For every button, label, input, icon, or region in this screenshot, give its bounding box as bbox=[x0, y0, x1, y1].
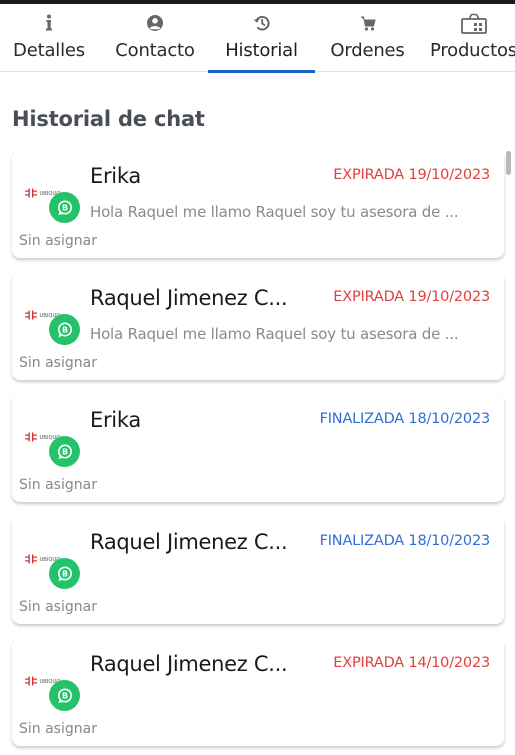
tab-label: Ordenes bbox=[330, 40, 405, 61]
assignment-label: Sin asignar bbox=[19, 355, 97, 371]
tab-ordenes[interactable]: Ordenes bbox=[320, 4, 415, 72]
assignment-label: Sin asignar bbox=[19, 721, 97, 737]
chat-history-list[interactable]: UBIQUO B Erika EXPIRADA 19/10/2023 Hola … bbox=[0, 148, 515, 755]
svg-text:B: B bbox=[61, 691, 67, 700]
tab-label: Detalles bbox=[13, 40, 85, 61]
chat-card[interactable]: UBIQUO B Raquel Jimenez C... EXPIRADA 14… bbox=[12, 638, 504, 746]
chat-card[interactable]: UBIQUO B Raquel Jimenez C... EXPIRADA 19… bbox=[12, 272, 504, 380]
tab-detalles[interactable]: Detalles bbox=[0, 4, 98, 72]
page-title: Historial de chat bbox=[12, 107, 205, 131]
svg-text:B: B bbox=[61, 325, 67, 334]
tab-historial[interactable]: Historial bbox=[208, 4, 315, 72]
status-badge: FINALIZADA 18/10/2023 bbox=[319, 533, 491, 549]
user-circle-icon bbox=[104, 13, 206, 33]
contact-name: Erika bbox=[90, 164, 141, 188]
chat-card[interactable]: UBIQUO B Erika EXPIRADA 19/10/2023 Hola … bbox=[12, 150, 504, 258]
whatsapp-icon: B bbox=[49, 558, 80, 589]
status-badge: FINALIZADA 18/10/2023 bbox=[319, 411, 491, 427]
svg-text:B: B bbox=[61, 203, 67, 212]
assignment-label: Sin asignar bbox=[19, 233, 97, 249]
history-icon bbox=[208, 13, 315, 33]
cart-icon bbox=[320, 13, 415, 33]
tab-label: Productos bbox=[430, 40, 515, 61]
contact-name: Raquel Jimenez C... bbox=[90, 652, 288, 676]
contact-name: Raquel Jimenez C... bbox=[90, 286, 288, 310]
basket-grid-icon bbox=[424, 13, 515, 34]
info-icon bbox=[0, 13, 98, 33]
status-badge: EXPIRADA 19/10/2023 bbox=[333, 167, 490, 183]
status-badge: EXPIRADA 19/10/2023 bbox=[333, 289, 490, 305]
whatsapp-icon: B bbox=[49, 680, 80, 711]
assignment-label: Sin asignar bbox=[19, 477, 97, 493]
whatsapp-icon: B bbox=[49, 314, 80, 345]
svg-text:B: B bbox=[61, 447, 67, 456]
whatsapp-icon: B bbox=[49, 192, 80, 223]
message-preview: Hola Raquel me llamo Raquel soy tu aseso… bbox=[90, 203, 459, 221]
tab-contacto[interactable]: Contacto bbox=[104, 4, 206, 72]
tab-label: Contacto bbox=[115, 40, 195, 61]
tab-productos[interactable]: Productos bbox=[424, 4, 515, 72]
assignment-label: Sin asignar bbox=[19, 599, 97, 615]
chat-card[interactable]: UBIQUO B Raquel Jimenez C... FINALIZADA … bbox=[12, 516, 504, 624]
chat-card[interactable]: UBIQUO B Erika FINALIZADA 18/10/2023 Sin… bbox=[12, 394, 504, 502]
whatsapp-icon: B bbox=[49, 436, 80, 467]
tab-label: Historial bbox=[225, 40, 298, 61]
contact-name: Raquel Jimenez C... bbox=[90, 530, 288, 554]
active-tab-indicator bbox=[208, 70, 315, 73]
status-badge: EXPIRADA 14/10/2023 bbox=[333, 655, 490, 671]
contact-name: Erika bbox=[90, 408, 141, 432]
scrollbar-thumb[interactable] bbox=[506, 151, 511, 175]
message-preview: Hola Raquel me llamo Raquel soy tu aseso… bbox=[90, 325, 459, 343]
tab-bar: Detalles Contacto Historial Ordenes Prod… bbox=[0, 4, 515, 73]
svg-text:B: B bbox=[61, 569, 67, 578]
